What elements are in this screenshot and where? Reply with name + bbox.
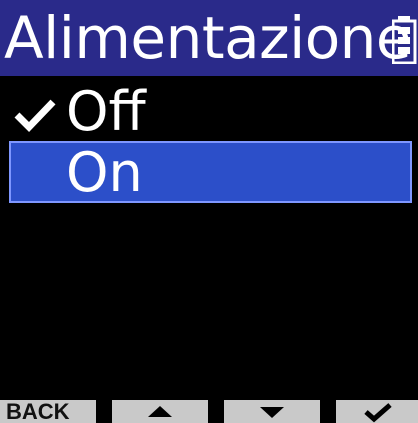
down-button[interactable] (224, 400, 320, 423)
title-bar: Alimentazione F (0, 0, 418, 76)
menu-item-off[interactable] (0, 80, 418, 144)
check-icon (364, 403, 392, 423)
triangle-down-icon (260, 407, 284, 418)
check-icon (14, 99, 56, 132)
menu-item-off-label: Off (66, 80, 146, 143)
back-button-label: BACK (6, 400, 70, 423)
triangle-up-icon (148, 406, 172, 417)
menu-item-on-label: On (66, 141, 143, 204)
battery-icon (392, 16, 417, 64)
menu-screen: Alimentazione F Off On BACK (0, 0, 418, 423)
back-button[interactable]: BACK (0, 400, 96, 423)
page-title: Alimentazione F (4, 4, 418, 72)
softkey-bar: BACK (0, 400, 418, 423)
up-button[interactable] (112, 400, 208, 423)
confirm-button[interactable] (336, 400, 418, 423)
